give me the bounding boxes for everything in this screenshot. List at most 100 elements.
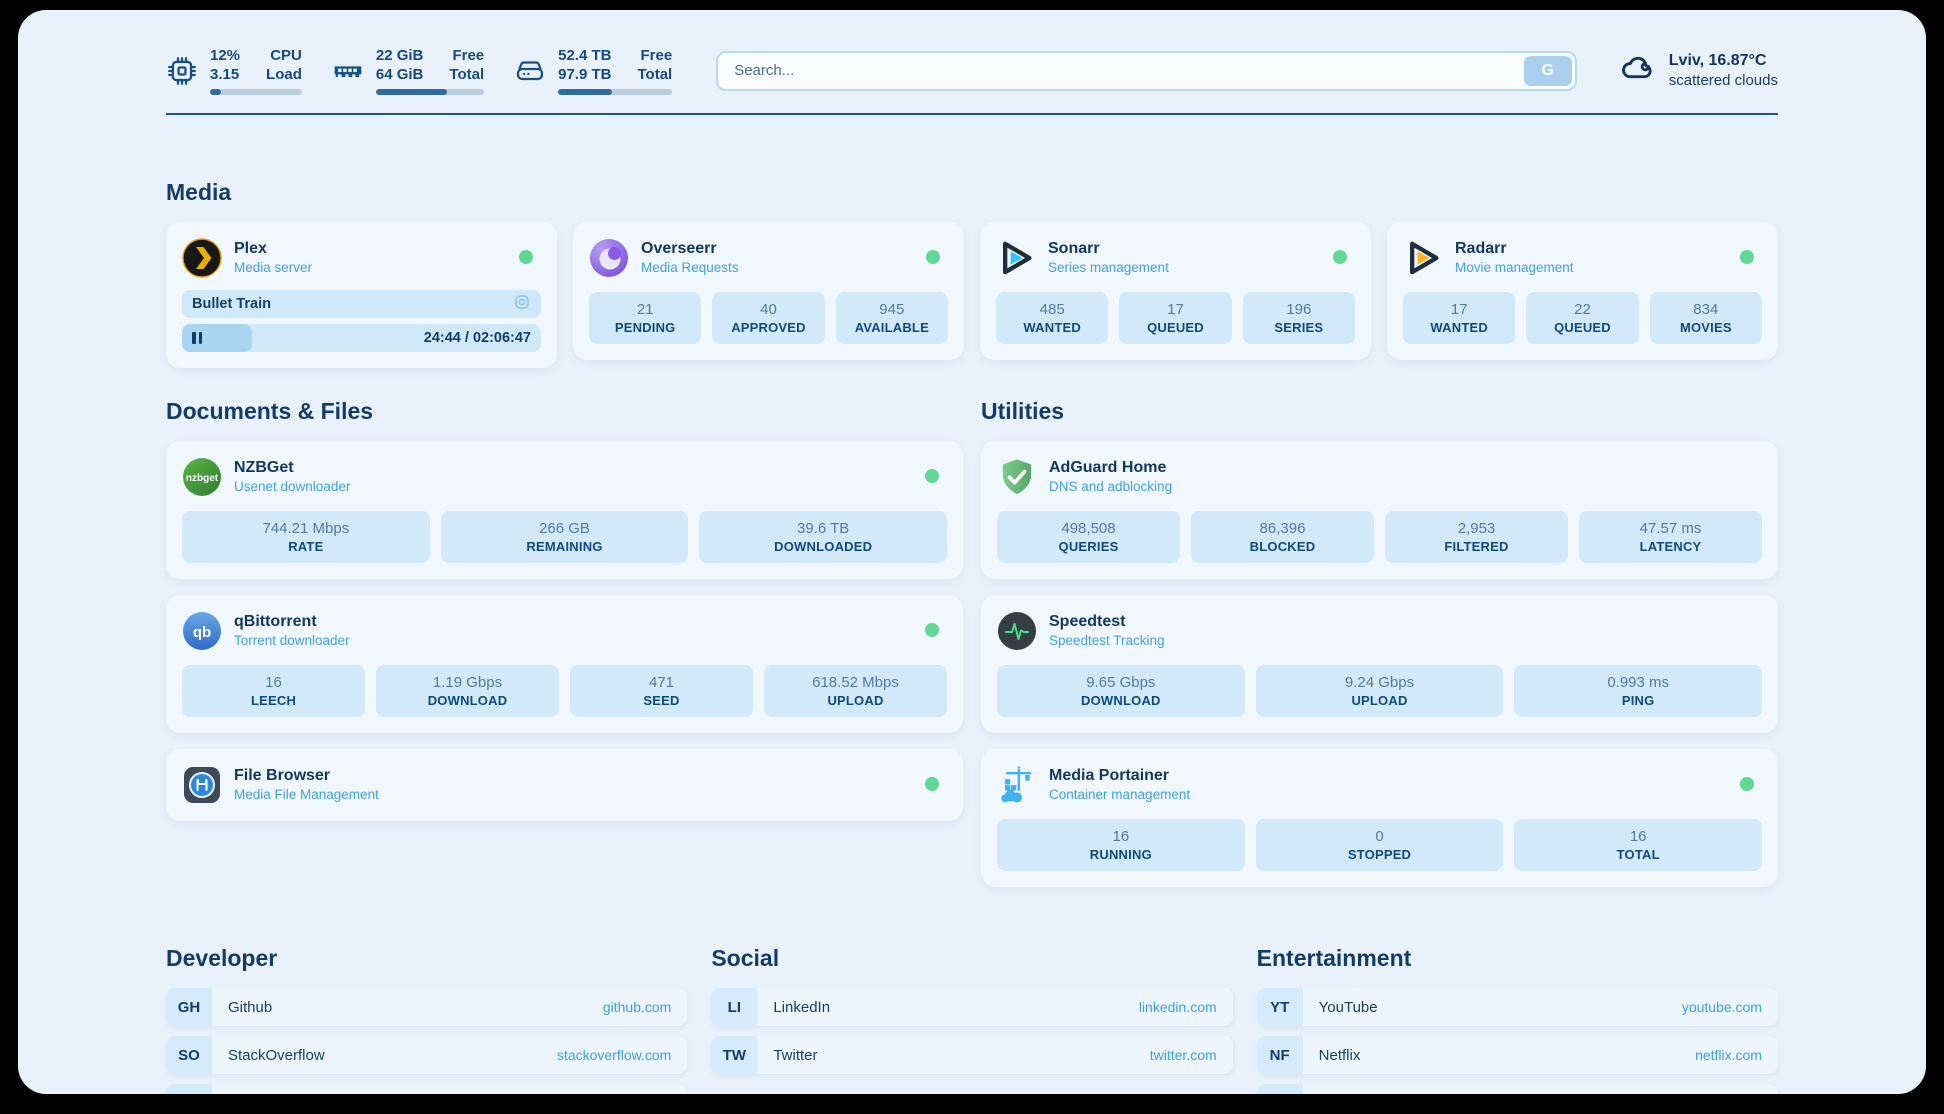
cpu-progress-bar xyxy=(210,89,302,95)
bookmark-group-title: Entertainment xyxy=(1257,945,1778,972)
bookmark-url: youtube.com xyxy=(1682,999,1762,1015)
service-card-radarr[interactable]: Radarr Movie management 17WANTED 22QUEUE… xyxy=(1387,222,1778,360)
overseerr-icon xyxy=(589,238,629,278)
bookmark-reddit[interactable]: RE Reddit reddit.com xyxy=(1257,1084,1778,1094)
service-subtitle: DNS and adblocking xyxy=(1049,477,1172,496)
disk-total-value: 97.9 TB xyxy=(558,65,611,84)
status-badge xyxy=(925,777,939,791)
status-badge xyxy=(925,623,939,637)
now-playing-progress-row[interactable]: 24:44 / 02:06:47 xyxy=(182,324,541,352)
service-subtitle: Torrent downloader xyxy=(234,631,350,650)
bookmark-url: github.com xyxy=(603,999,671,1015)
bookmark-name: Netflix xyxy=(1319,1047,1361,1064)
bookmark-name: YouTube xyxy=(1319,999,1378,1016)
service-title: qBittorrent xyxy=(234,612,350,631)
stat-box: 618.52 MbpsUPLOAD xyxy=(764,665,947,717)
stat-box: 16TOTAL xyxy=(1514,819,1762,871)
service-subtitle: Movie management xyxy=(1455,258,1574,277)
bookmark-url: linkedin.com xyxy=(1139,999,1217,1015)
service-title: File Browser xyxy=(234,766,379,785)
svg-text:nzbget: nzbget xyxy=(186,473,219,484)
service-card-nzbget[interactable]: nzbget NZBGet Usenet downloader 744. xyxy=(166,441,963,579)
stat-box: 0.993 msPING xyxy=(1514,665,1762,717)
plex-now-playing: Bullet Train 24:44 / 02:06:4 xyxy=(182,290,541,352)
search-provider-button[interactable]: G xyxy=(1524,56,1572,86)
service-title: Plex xyxy=(234,239,312,258)
search-bar: G xyxy=(716,51,1577,91)
bookmark-group-entertainment: Entertainment YT YouTube youtube.com NF … xyxy=(1257,945,1778,1094)
disk-stat: 52.4 TB 97.9 TB Free Total xyxy=(514,46,672,95)
service-subtitle: Media Requests xyxy=(641,258,739,277)
memory-label-1: Free xyxy=(449,46,484,65)
service-card-filebrowser[interactable]: File Browser Media File Management xyxy=(166,749,963,821)
stat-box: 498,508QUERIES xyxy=(997,511,1180,563)
service-subtitle: Usenet downloader xyxy=(234,477,350,496)
weather-location-temp: Lviv, 16.87°C xyxy=(1669,51,1778,71)
disk-progress-bar xyxy=(558,89,672,95)
bookmark-stackoverflow[interactable]: SO StackOverflow stackoverflow.com xyxy=(166,1036,687,1074)
cpu-load-value: 3.15 xyxy=(210,65,240,84)
memory-progress-bar xyxy=(376,89,484,95)
adguard-icon xyxy=(997,457,1037,497)
stat-box: 485WANTED xyxy=(996,292,1108,344)
status-badge xyxy=(1740,777,1754,791)
bookmark-abbr: NF xyxy=(1257,1036,1303,1074)
cpu-label-2: Load xyxy=(266,65,302,84)
service-card-sonarr[interactable]: Sonarr Series management 485WANTED 17QUE… xyxy=(980,222,1371,360)
stat-box: 1.19 GbpsDOWNLOAD xyxy=(376,665,559,717)
service-subtitle: Series management xyxy=(1048,258,1169,277)
pause-icon xyxy=(192,332,202,344)
service-title: AdGuard Home xyxy=(1049,458,1172,477)
qbittorrent-icon: qb xyxy=(182,611,222,651)
stat-box: 9.65 GbpsDOWNLOAD xyxy=(997,665,1245,717)
weather-condition: scattered clouds xyxy=(1669,71,1778,91)
radarr-icon xyxy=(1403,238,1443,278)
bookmark-youtube[interactable]: YT YouTube youtube.com xyxy=(1257,988,1778,1026)
service-card-speedtest[interactable]: Speedtest Speedtest Tracking 9.65 GbpsDO… xyxy=(981,595,1778,733)
session-settings-icon[interactable] xyxy=(513,293,531,316)
service-card-portainer[interactable]: Media Portainer Container management 16R… xyxy=(981,749,1778,887)
bookmark-abbr: DT xyxy=(166,1084,212,1094)
cpu-usage-value: 12% xyxy=(210,46,240,65)
stat-box: 22QUEUED xyxy=(1526,292,1638,344)
stat-box: 16LEECH xyxy=(182,665,365,717)
cpu-stat: 12% 3.15 CPU Load xyxy=(166,46,302,95)
documents-column: Documents & Files nzbget xyxy=(166,398,963,821)
service-subtitle: Container management xyxy=(1049,785,1190,804)
now-playing-title: Bullet Train xyxy=(192,296,513,312)
stat-box: 16RUNNING xyxy=(997,819,1245,871)
service-title: Sonarr xyxy=(1048,239,1169,258)
stat-box: 21PENDING xyxy=(589,292,701,344)
bookmark-linkedin[interactable]: LI LinkedIn linkedin.com xyxy=(711,988,1232,1026)
bookmark-netflix[interactable]: NF Netflix netflix.com xyxy=(1257,1036,1778,1074)
status-badge xyxy=(1333,250,1347,264)
cloud-icon xyxy=(1619,49,1657,92)
service-card-qbittorrent[interactable]: qb qBittorrent Torrent downloader 16 xyxy=(166,595,963,733)
sonarr-icon xyxy=(996,238,1036,278)
service-card-plex[interactable]: Plex Media server Bullet Train xyxy=(166,222,557,368)
cpu-icon xyxy=(166,55,198,87)
bookmark-github[interactable]: GH Github github.com xyxy=(166,988,687,1026)
bookmark-group-social: Social LI LinkedIn linkedin.com TW Twitt… xyxy=(711,945,1232,1094)
bookmark-dev[interactable]: DT DEV dev.to xyxy=(166,1084,687,1094)
stat-box: 17QUEUED xyxy=(1119,292,1231,344)
bookmark-url: netflix.com xyxy=(1695,1047,1762,1063)
service-card-overseerr[interactable]: Overseerr Media Requests 21PENDING 40APP… xyxy=(573,222,964,360)
bookmark-group-developer: Developer GH Github github.com SO StackO… xyxy=(166,945,687,1094)
utilities-section-title: Utilities xyxy=(981,398,1778,425)
service-subtitle: Speedtest Tracking xyxy=(1049,631,1165,650)
utilities-column: Utilities xyxy=(981,398,1778,887)
memory-total-value: 64 GiB xyxy=(376,65,424,84)
bookmarks-section: Developer GH Github github.com SO StackO… xyxy=(166,945,1778,1094)
bookmark-twitter[interactable]: TW Twitter twitter.com xyxy=(711,1036,1232,1074)
search-input[interactable] xyxy=(716,51,1577,91)
bookmark-group-title: Social xyxy=(711,945,1232,972)
media-section: Media Plex Media server xyxy=(166,179,1778,368)
bookmark-abbr: LI xyxy=(711,988,757,1026)
stat-box: 17WANTED xyxy=(1403,292,1515,344)
stat-box: 40APPROVED xyxy=(712,292,824,344)
disk-icon xyxy=(514,55,546,87)
stat-box: 196SERIES xyxy=(1243,292,1355,344)
status-badge xyxy=(519,250,533,264)
service-card-adguard[interactable]: AdGuard Home DNS and adblocking 498,508Q… xyxy=(981,441,1778,579)
